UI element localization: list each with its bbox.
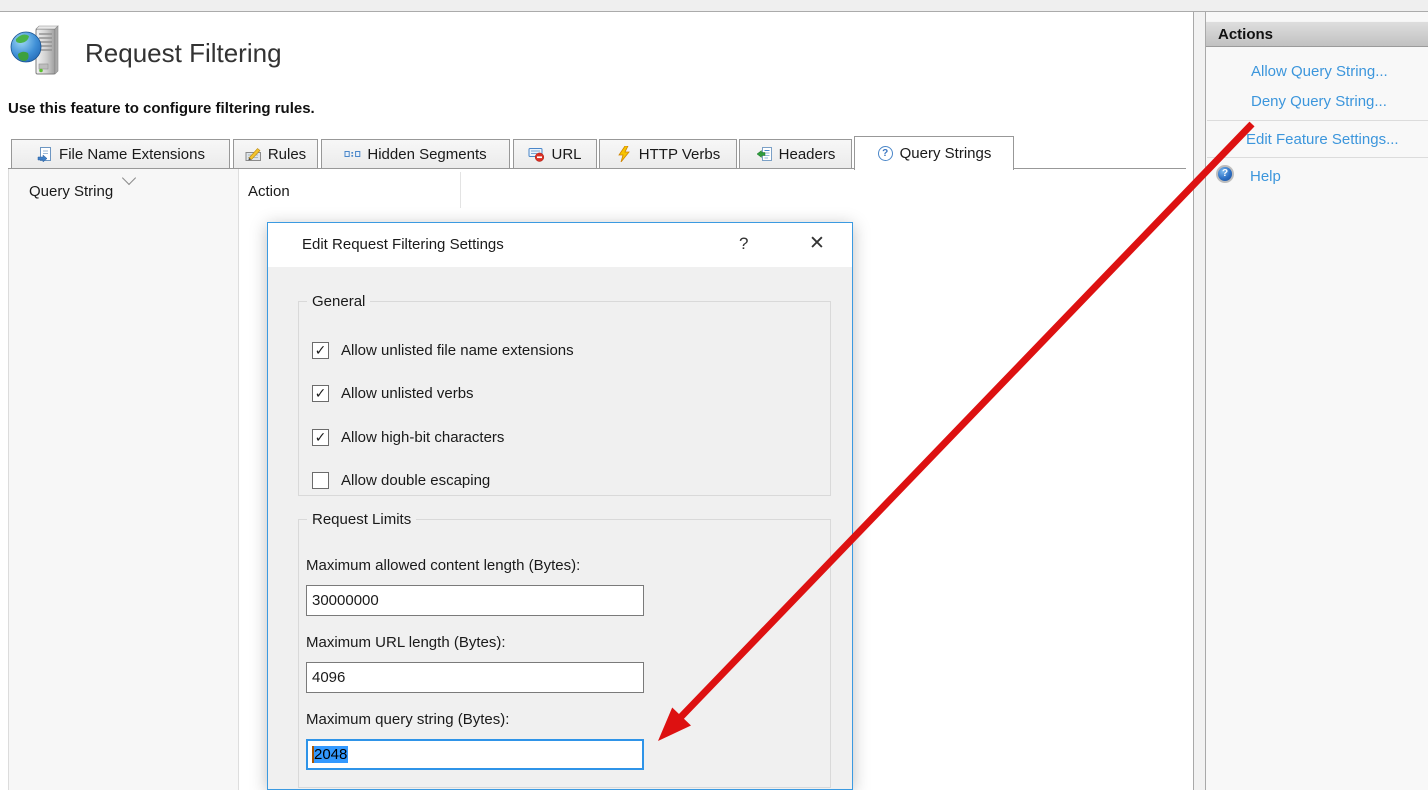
tab-label: Headers [779,146,836,163]
checkbox-label: Allow unlisted verbs [341,385,474,402]
column-header-query-string[interactable]: Query String [29,183,113,200]
input-value: 4096 [312,669,345,686]
tab-label: Hidden Segments [367,146,486,163]
edit-feature-settings-link[interactable]: Edit Feature Settings... [1246,131,1399,148]
checkbox[interactable]: ✓ [312,342,329,359]
help-link[interactable]: Help [1250,168,1281,185]
tab-query-strings[interactable]: Query Strings [854,136,1014,170]
checkbox[interactable] [312,472,329,489]
checkbox-row-allow-unlisted-verbs[interactable]: ✓ Allow unlisted verbs [312,384,474,402]
actions-panel-header: Actions [1206,21,1428,47]
window-top-strip [0,0,1428,12]
tab-url[interactable]: URL [513,139,597,168]
column-separator[interactable] [238,169,239,790]
max-url-length-input[interactable]: 4096 [306,662,644,693]
rules-icon [245,146,262,162]
dialog-close-icon[interactable]: ✕ [809,234,825,253]
tab-rules[interactable]: Rules [233,139,318,168]
help-icon [1216,165,1234,183]
actions-panel [1206,12,1428,790]
input-value: 30000000 [312,592,379,609]
sorted-column-highlight [9,169,238,790]
tab-file-name-extensions[interactable]: File Name Extensions [11,139,230,168]
file-name-extensions-icon [36,146,53,162]
tab-label: HTTP Verbs [639,146,720,163]
hidden-segments-icon [344,146,361,162]
max-content-length-label: Maximum allowed content length (Bytes): [306,557,580,574]
checkbox-label: Allow double escaping [341,472,490,489]
checkbox-label: Allow high-bit characters [341,429,504,446]
dialog-title: Edit Request Filtering Settings [302,236,504,253]
page-title: Request Filtering [85,38,282,69]
iis-site-icon [10,24,62,80]
deny-query-string-link[interactable]: Deny Query String... [1251,93,1387,110]
headers-icon [756,146,773,162]
tab-headers[interactable]: Headers [739,139,852,168]
tab-label: URL [551,146,581,163]
tab-label: Query Strings [900,145,992,162]
actions-separator [1207,157,1428,158]
edit-request-filtering-settings-dialog: Edit Request Filtering Settings ? ✕ Gene… [267,222,853,790]
query-strings-icon [877,146,894,162]
max-content-length-input[interactable]: 30000000 [306,585,644,616]
checkbox-row-allow-unlisted-file-name-extensions[interactable]: ✓ Allow unlisted file name extensions [312,341,574,359]
tab-label: Rules [268,146,306,163]
checkbox[interactable]: ✓ [312,429,329,446]
column-header-action[interactable]: Action [248,183,290,200]
general-groupbox-legend: General [307,293,370,310]
max-url-length-label: Maximum URL length (Bytes): [306,634,506,651]
actions-separator [1207,120,1428,121]
feature-description: Use this feature to configure filtering … [8,100,315,117]
panel-splitter[interactable] [1194,12,1206,790]
url-icon [528,146,545,162]
dialog-help-button[interactable]: ? [739,235,748,252]
column-separator[interactable] [460,172,461,208]
selected-input-value: 2048 [312,746,348,763]
checkbox[interactable]: ✓ [312,385,329,402]
checkbox-label: Allow unlisted file name extensions [341,342,574,359]
request-limits-groupbox-legend: Request Limits [307,511,416,528]
http-verbs-icon [616,146,633,162]
tab-hidden-segments[interactable]: Hidden Segments [321,139,510,168]
tab-label: File Name Extensions [59,146,205,163]
checkbox-row-allow-double-escaping[interactable]: Allow double escaping [312,471,490,489]
checkbox-row-allow-high-bit-characters[interactable]: ✓ Allow high-bit characters [312,428,504,446]
tab-http-verbs[interactable]: HTTP Verbs [599,139,737,168]
allow-query-string-link[interactable]: Allow Query String... [1251,63,1388,80]
max-query-string-input[interactable]: 2048 [306,739,644,770]
max-query-string-label: Maximum query string (Bytes): [306,711,509,728]
